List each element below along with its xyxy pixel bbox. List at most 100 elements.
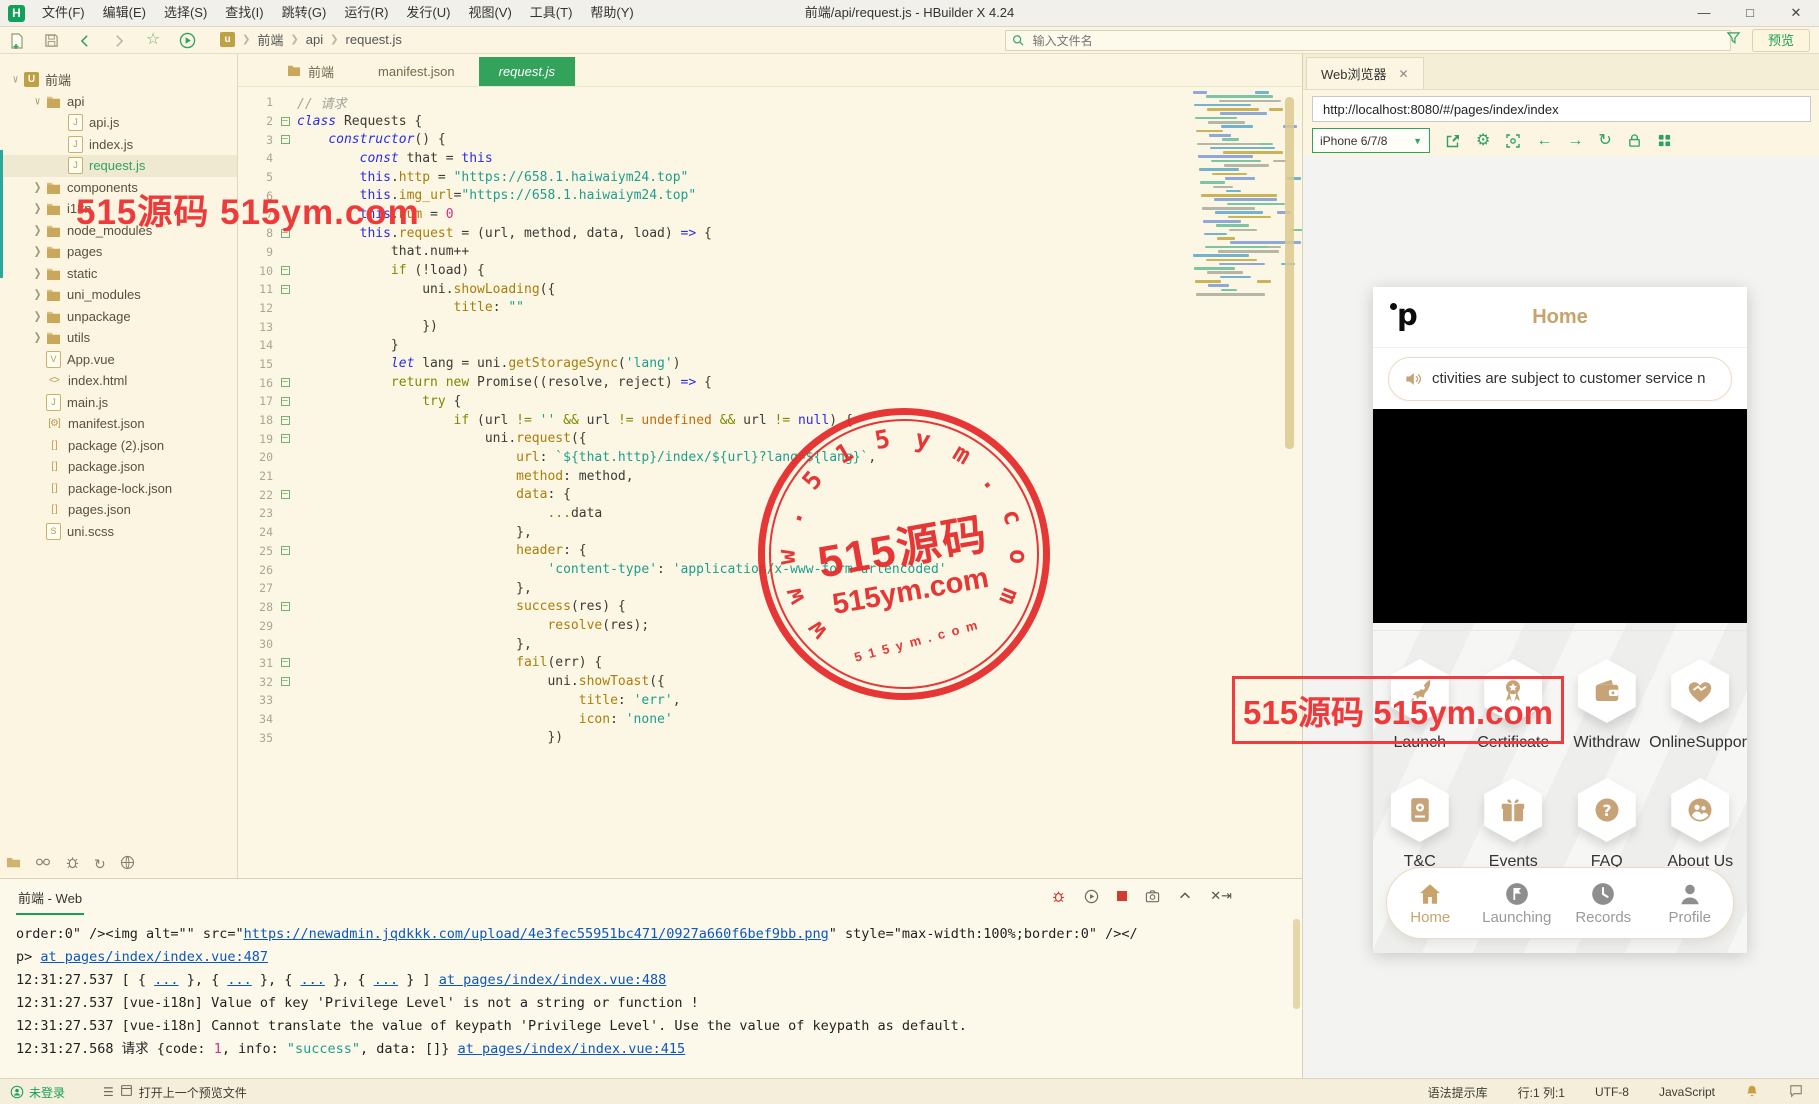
menu-item-5[interactable]: 跳转(G): [273, 0, 336, 26]
console-link[interactable]: ...: [227, 972, 251, 988]
tree-item-uni.scss[interactable]: Suni.scss: [0, 521, 237, 543]
grid-item-events[interactable]: Events: [1467, 778, 1561, 871]
fold-marker-icon[interactable]: –: [273, 135, 297, 145]
tree-chevron-icon[interactable]: ❯: [32, 202, 43, 215]
tree-item-manifest.json[interactable]: [⚙] manifest.json: [0, 413, 237, 435]
new-project-icon[interactable]: [6, 855, 21, 875]
tree-item--[interactable]: ∨ U 前端: [0, 69, 237, 91]
open-last-preview[interactable]: ☰ 打开上一个预览文件: [103, 1084, 247, 1101]
grid-item-faq[interactable]: ? FAQ: [1560, 778, 1654, 871]
tree-item-utils[interactable]: ❯ utils: [0, 327, 237, 349]
gear-icon[interactable]: ⚙: [1476, 132, 1490, 149]
tree-chevron-icon[interactable]: ❯: [32, 288, 43, 301]
grid-item-withdraw[interactable]: Withdraw: [1560, 659, 1654, 752]
breadcrumb-item[interactable]: request.js: [346, 32, 402, 47]
bookmark-star-icon[interactable]: ☆: [136, 27, 170, 53]
feedback-bubble-icon[interactable]: [1789, 1084, 1803, 1101]
tree-item-package.json[interactable]: [ ] package.json: [0, 456, 237, 478]
menu-item-9[interactable]: 工具(T): [521, 0, 582, 26]
menu-item-3[interactable]: 选择(S): [155, 0, 216, 26]
grid-apps-icon[interactable]: [1657, 133, 1672, 148]
editor-tab-manifest.json[interactable]: manifest.json: [358, 57, 475, 86]
tree-chevron-icon[interactable]: ❯: [32, 224, 43, 237]
notification-bell-icon[interactable]: [1745, 1084, 1759, 1101]
find-in-files-icon[interactable]: [35, 854, 51, 875]
run-icon[interactable]: [170, 27, 204, 53]
nav-item-launching[interactable]: Launching: [1474, 868, 1561, 938]
tree-item-index.js[interactable]: Jindex.js: [0, 134, 237, 156]
console-link[interactable]: at pages/index/index.vue:487: [40, 949, 268, 965]
tree-chevron-icon[interactable]: ❯: [32, 245, 43, 258]
new-file-icon[interactable]: [0, 27, 34, 53]
navigate-back-icon[interactable]: [68, 27, 102, 53]
tree-item-package-2-.json[interactable]: [ ] package (2).json: [0, 435, 237, 457]
tree-item-pages[interactable]: ❯ pages: [0, 241, 237, 263]
minimize-button[interactable]: —: [1681, 0, 1727, 26]
tree-chevron-icon[interactable]: ❯: [32, 331, 43, 344]
nav-item-profile[interactable]: Profile: [1647, 868, 1734, 938]
clear-close-icon[interactable]: ✕⇥: [1210, 888, 1232, 904]
fold-marker-icon[interactable]: –: [273, 396, 297, 406]
menu-item-4[interactable]: 查找(I): [216, 0, 272, 26]
status-item-1[interactable]: 语法提示库: [1428, 1084, 1488, 1101]
menu-item-6[interactable]: 运行(R): [335, 0, 397, 26]
tree-chevron-icon[interactable]: ∨: [32, 95, 43, 108]
tree-chevron-icon[interactable]: ∨: [10, 73, 21, 86]
minimap[interactable]: [1193, 91, 1305, 311]
console-link[interactable]: at pages/index/index.vue:415: [458, 1041, 686, 1057]
fold-marker-icon[interactable]: –: [273, 546, 297, 556]
filter-funnel-icon[interactable]: [1726, 31, 1741, 51]
menu-item-7[interactable]: 发行(U): [397, 0, 459, 26]
tree-item-request.js[interactable]: Jrequest.js: [0, 155, 237, 177]
fold-marker-icon[interactable]: –: [273, 266, 297, 276]
tree-item-main.js[interactable]: Jmain.js: [0, 392, 237, 414]
tree-scroll-indicator[interactable]: [0, 150, 3, 278]
tree-item-app.vue[interactable]: V App.vue: [0, 349, 237, 371]
console-link[interactable]: https://newadmin.jqdkkk.com/upload/4e3fe…: [244, 926, 829, 942]
fold-marker-icon[interactable]: –: [273, 378, 297, 388]
preview-button[interactable]: 预览: [1752, 29, 1810, 52]
fold-marker-icon[interactable]: –: [273, 658, 297, 668]
browser-refresh-icon[interactable]: ↻: [1598, 132, 1611, 149]
grid-item-t-c[interactable]: T&C: [1373, 778, 1467, 871]
fold-marker-icon[interactable]: –: [273, 284, 297, 294]
fold-marker-icon[interactable]: –: [273, 602, 297, 612]
open-external-icon[interactable]: [1445, 133, 1461, 149]
console-tab[interactable]: 前端 - Web: [16, 880, 85, 915]
console-scrollbar[interactable]: [1293, 919, 1300, 1009]
debug-bug-icon[interactable]: [1051, 889, 1066, 904]
screenshot-icon[interactable]: [1505, 133, 1521, 149]
status-item-4[interactable]: JavaScript: [1659, 1085, 1715, 1099]
tree-item-api.js[interactable]: Japi.js: [0, 112, 237, 134]
close-tab-icon[interactable]: ✕: [1399, 67, 1409, 81]
navigate-forward-icon[interactable]: [102, 27, 136, 53]
console-link[interactable]: ...: [154, 972, 178, 988]
tree-item-unpackage[interactable]: ❯ unpackage: [0, 306, 237, 328]
device-selector[interactable]: iPhone 6/7/8 ▼: [1312, 128, 1430, 153]
video-banner[interactable]: [1373, 409, 1747, 623]
fold-marker-icon[interactable]: –: [273, 116, 297, 126]
login-status[interactable]: 未登录: [10, 1084, 65, 1101]
browser-back-icon[interactable]: ←: [1536, 132, 1552, 149]
fold-marker-icon[interactable]: –: [273, 490, 297, 500]
tree-chevron-icon[interactable]: ❯: [32, 310, 43, 323]
search-input[interactable]: [1030, 32, 1724, 49]
capture-icon[interactable]: [1145, 889, 1160, 904]
lock-icon[interactable]: [1627, 133, 1642, 148]
status-item-2[interactable]: 行:1 列:1: [1518, 1084, 1565, 1101]
tree-item-api[interactable]: ∨ api: [0, 91, 237, 113]
console-link[interactable]: ...: [301, 972, 325, 988]
url-input[interactable]: [1312, 96, 1811, 122]
notice-bar[interactable]: ctivities are subject to customer servic…: [1373, 348, 1747, 409]
fold-marker-icon[interactable]: –: [273, 677, 297, 687]
close-button[interactable]: ✕: [1773, 0, 1819, 26]
tree-chevron-icon[interactable]: ❯: [32, 181, 43, 194]
browser-forward-icon[interactable]: →: [1567, 132, 1583, 149]
grid-item-onlinesupport[interactable]: OnlineSupport: [1649, 659, 1747, 752]
tree-item-pages.json[interactable]: [ ] pages.json: [0, 499, 237, 521]
refresh-icon[interactable]: ↻: [94, 856, 106, 873]
file-search-box[interactable]: [1005, 30, 1731, 51]
menu-item-10[interactable]: 帮助(Y): [581, 0, 642, 26]
menu-item-1[interactable]: 文件(F): [33, 0, 94, 26]
save-icon[interactable]: [34, 27, 68, 53]
